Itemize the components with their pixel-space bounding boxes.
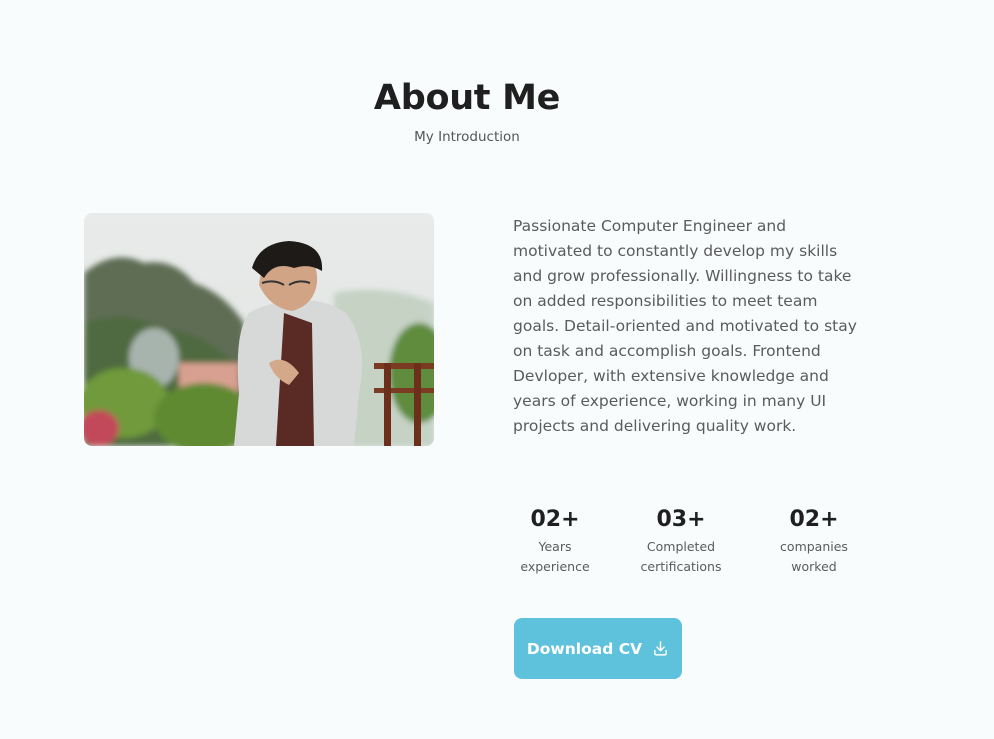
stat-label-line2: certifications: [640, 559, 722, 574]
stat-label-line1: companies: [780, 539, 848, 554]
about-description: Passionate Computer Engineer and motivat…: [513, 217, 857, 435]
stat-label-line1: Years: [538, 539, 572, 554]
stat-number: 02+: [789, 507, 839, 532]
download-cv-label: Download CV: [526, 639, 643, 658]
download-icon: [652, 640, 669, 657]
stat-years: 02+ Years experience: [505, 505, 605, 577]
section-subtitle: My Introduction: [414, 129, 520, 145]
stat-certifications: 03+ Completed certifications: [631, 505, 731, 577]
stat-label: companies worked: [764, 537, 864, 577]
stat-label-line2: worked: [791, 559, 837, 574]
stat-label-line1: Completed: [646, 539, 716, 554]
stat-companies: 02+ companies worked: [764, 505, 864, 577]
stat-label: Years experience: [505, 537, 605, 577]
about-section: About Me My Introduction Passionate Comp…: [0, 0, 994, 739]
stats-row: 02+ Years experience 03+ Completed certi…: [505, 505, 861, 585]
about-photo: [84, 213, 434, 446]
stat-number: 03+: [656, 507, 706, 532]
section-title: About Me: [373, 78, 561, 118]
stat-label-line2: experience: [520, 559, 590, 574]
stat-number: 02+: [530, 507, 580, 532]
stat-label: Completed certifications: [631, 537, 731, 577]
download-cv-button[interactable]: Download CV: [514, 618, 682, 679]
